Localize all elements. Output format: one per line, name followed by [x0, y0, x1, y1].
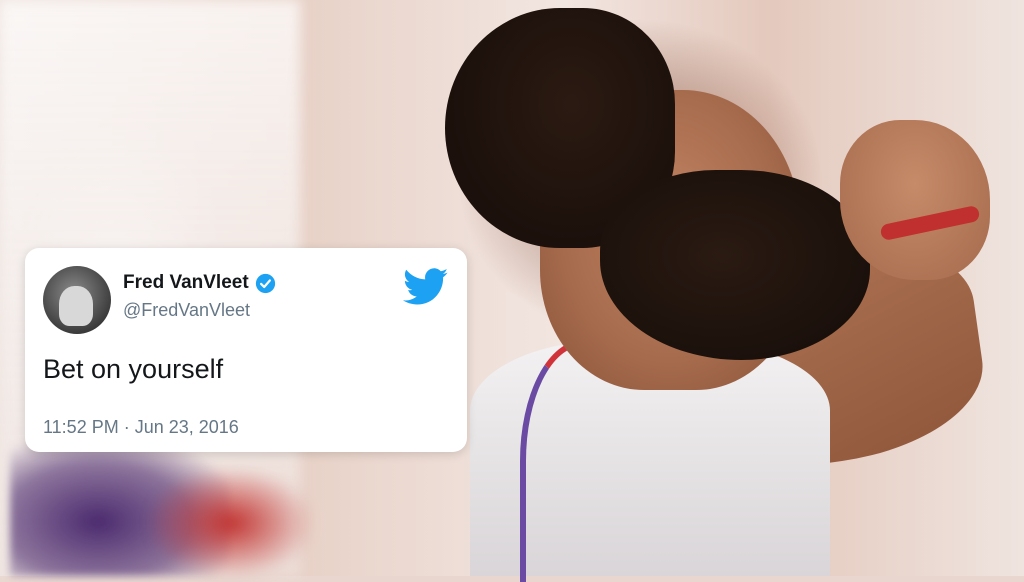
avatar-photo — [59, 286, 93, 326]
tweet-card: Fred VanVleet @FredVanVleet Bet on yours… — [25, 248, 467, 452]
author-row: Fred VanVleet — [123, 272, 276, 294]
author-name[interactable]: Fred VanVleet — [123, 272, 249, 294]
tweet-text: Bet on yourself — [43, 354, 224, 384]
verified-badge-icon — [255, 273, 275, 293]
author-handle[interactable]: @FredVanVleet — [123, 300, 250, 321]
tweet-timestamp[interactable]: 11:52 PM · Jun 23, 2016 — [43, 417, 239, 438]
player-hand — [840, 120, 990, 280]
twitter-bird-icon[interactable] — [403, 268, 449, 306]
blurred-red-detail — [150, 470, 310, 576]
avatar[interactable] — [43, 266, 111, 334]
